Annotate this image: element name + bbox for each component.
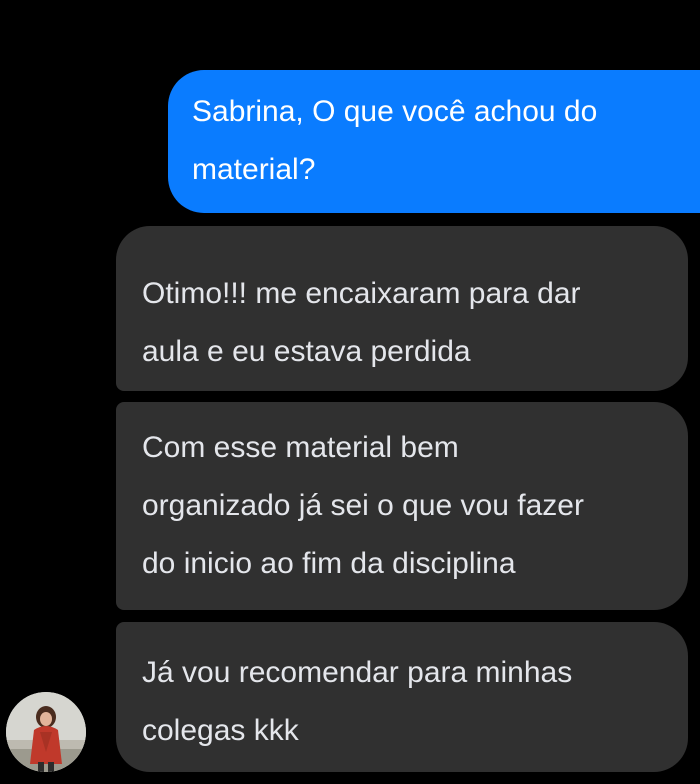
contact-avatar[interactable]	[6, 692, 86, 772]
chat-thread: Sabrina, O que você achou do material? O…	[0, 0, 700, 784]
received-message-bubble[interactable]: Com esse material bem organizado já sei …	[116, 402, 688, 610]
avatar-photo-icon	[6, 692, 86, 772]
received-message-bubble[interactable]: Já vou recomendar para minhas colegas kk…	[116, 622, 688, 772]
received-message-bubble[interactable]: Otimo!!! me encaixaram para dar aula e e…	[116, 226, 688, 391]
sent-message-bubble[interactable]: Sabrina, O que você achou do material?	[168, 70, 700, 213]
